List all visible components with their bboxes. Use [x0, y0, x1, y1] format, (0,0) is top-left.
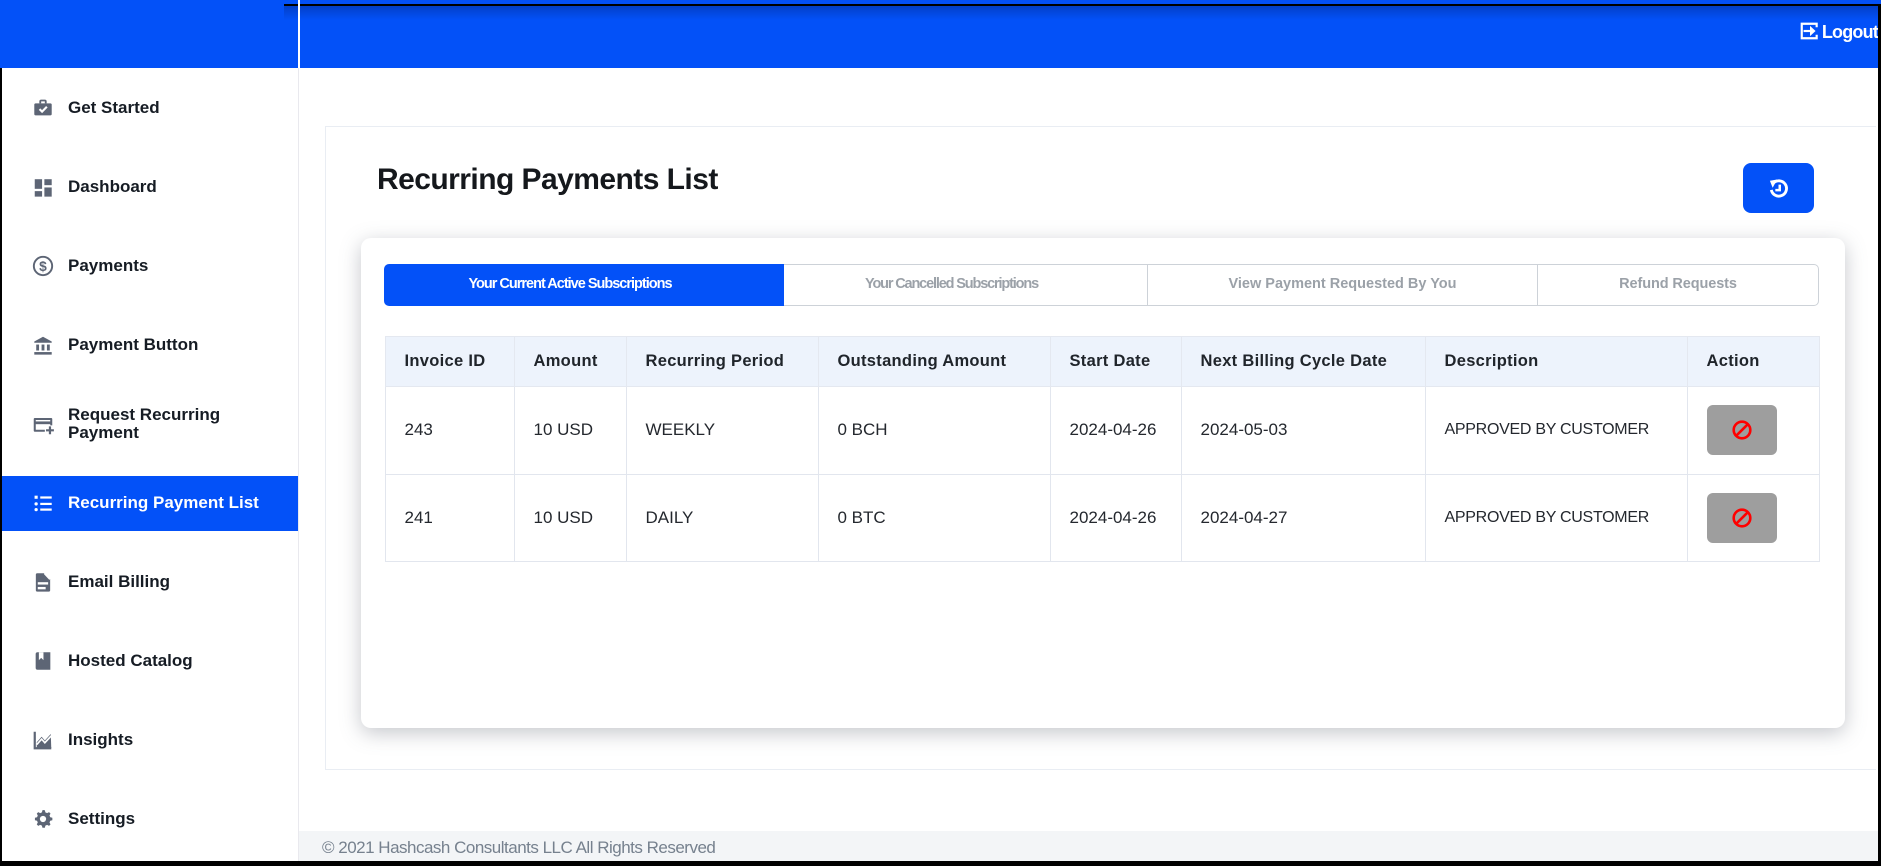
svg-text:$: $ — [39, 258, 47, 273]
